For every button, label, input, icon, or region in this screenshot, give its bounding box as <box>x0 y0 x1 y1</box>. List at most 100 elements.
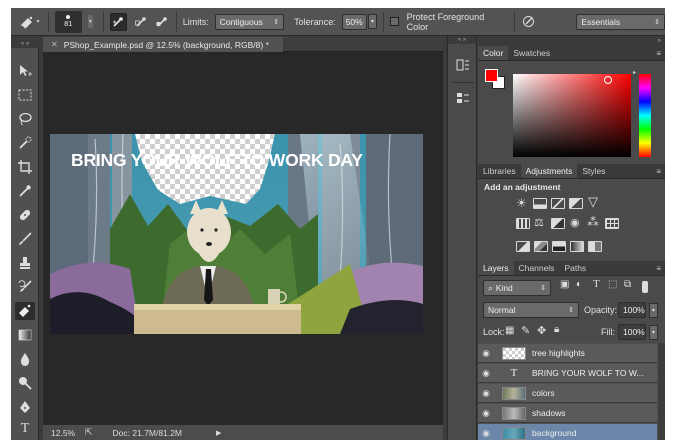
eyedropper-tool[interactable] <box>15 182 35 200</box>
tab-swatches[interactable]: Swatches <box>508 46 555 60</box>
gradient-map-icon[interactable] <box>570 241 584 252</box>
status-export-icon[interactable]: ⇱ <box>85 427 93 438</box>
tablet-pressure-icon <box>523 16 535 27</box>
protect-foreground-checkbox[interactable] <box>389 17 399 26</box>
clone-stamp-tool[interactable] <box>15 254 35 272</box>
filter-smart-object-icon[interactable]: ⧉ <box>624 279 631 290</box>
background-eraser-tool[interactable] <box>15 302 35 320</box>
layer-row[interactable]: ◉ T BRING YOUR WOLF TO W... <box>478 364 657 383</box>
black-white-icon[interactable] <box>551 218 565 229</box>
toolbar-collapse-icon[interactable]: « » <box>11 40 39 48</box>
panel-menu-icon[interactable]: ≡ <box>656 46 665 60</box>
properties-panel-button[interactable] <box>454 89 472 107</box>
lock-all-icon[interactable]: 🔒︎ <box>554 324 559 335</box>
visibility-eye-icon[interactable]: ◉ <box>478 408 494 419</box>
vibrance-icon[interactable]: ▽ <box>588 194 598 210</box>
layer-row[interactable]: ◉ background <box>478 424 657 440</box>
brush-picker-arrow[interactable]: ▾ <box>87 15 93 28</box>
pen-tool[interactable] <box>15 398 35 416</box>
opacity-slider-toggle[interactable]: ▾ <box>649 303 659 318</box>
color-balance-icon[interactable]: ⚖ <box>534 216 544 229</box>
brush-size-picker[interactable]: 81 <box>54 10 82 33</box>
crop-tool[interactable] <box>15 158 35 176</box>
invert-icon[interactable] <box>516 241 530 252</box>
threshold-icon[interactable] <box>552 241 566 252</box>
hue-saturation-icon[interactable] <box>516 218 530 229</box>
sampling-background-swatch-button[interactable] <box>154 13 169 31</box>
close-tab-icon[interactable]: ✕ <box>51 40 58 49</box>
lasso-tool[interactable] <box>15 110 35 128</box>
dodge-icon <box>19 377 32 390</box>
layers-panel-tabs: Layers Channels Paths ≡ <box>478 261 665 276</box>
foreground-swatch[interactable] <box>485 69 498 82</box>
filter-adjustment-icon[interactable]: ◐ <box>576 279 582 290</box>
filter-pixel-icon[interactable]: ▣ <box>560 279 569 290</box>
marquee-tool[interactable] <box>15 86 35 104</box>
tab-layers[interactable]: Layers <box>478 261 514 275</box>
tab-libraries[interactable]: Libraries <box>478 164 521 178</box>
history-panel-button[interactable] <box>454 56 472 74</box>
tool-preset-picker[interactable]: ▾ <box>17 13 42 31</box>
posterize-icon[interactable] <box>534 241 548 252</box>
color-lookup-icon[interactable] <box>605 218 619 229</box>
color-field[interactable] <box>513 74 631 157</box>
photo-filter-icon[interactable]: ◉ <box>570 216 580 229</box>
layer-filter-kind-value: Kind <box>495 283 513 293</box>
fill-slider-toggle[interactable]: ▾ <box>649 325 659 340</box>
tab-styles[interactable]: Styles <box>577 164 610 178</box>
document-tab[interactable]: ✕ PShop_Example.psd @ 12.5% (background,… <box>43 37 283 52</box>
levels-icon[interactable] <box>533 198 547 209</box>
healing-brush-tool[interactable] <box>15 206 35 224</box>
type-tool[interactable]: T <box>15 420 35 438</box>
sampling-continuous-button[interactable] <box>109 12 128 31</box>
layers-scrollbar[interactable] <box>658 343 665 440</box>
filter-toggle-switch[interactable] <box>642 281 648 293</box>
tab-paths[interactable]: Paths <box>559 261 591 275</box>
opacity-input[interactable]: 100% <box>618 302 646 318</box>
layer-filter-kind[interactable]: ⌕ Kind ⇕ <box>483 280 551 296</box>
strip-collapse-icon[interactable]: « » <box>448 36 476 44</box>
history-brush-tool[interactable] <box>15 278 35 296</box>
hue-slider[interactable] <box>639 74 651 157</box>
lock-position-icon[interactable]: ✥ <box>537 324 546 337</box>
lock-image-icon[interactable]: ✎ <box>521 324 530 337</box>
filter-type-icon[interactable]: T <box>593 278 600 290</box>
tolerance-input[interactable]: 50% <box>341 13 367 30</box>
pressure-size-button[interactable] <box>521 13 536 31</box>
gradient-tool[interactable] <box>15 326 35 344</box>
layer-row[interactable]: ◉ tree highlights <box>478 344 657 363</box>
layer-row[interactable]: ◉ shadows <box>478 404 657 423</box>
dodge-tool[interactable] <box>15 374 35 392</box>
filter-shape-icon[interactable]: ⬚ <box>608 279 617 290</box>
blend-mode-dropdown[interactable]: Normal ⇕ <box>483 302 579 318</box>
brush-tool[interactable] <box>15 230 35 248</box>
tab-color[interactable]: Color <box>478 46 509 60</box>
sampling-once-button[interactable] <box>133 13 148 31</box>
tab-channels[interactable]: Channels <box>514 261 560 275</box>
panel-menu-icon[interactable]: ≡ <box>656 261 665 275</box>
tab-adjustments[interactable]: Adjustments <box>520 164 578 178</box>
blur-tool[interactable] <box>15 350 35 368</box>
brightness-contrast-icon[interactable]: ☀ <box>516 196 527 210</box>
selective-color-icon[interactable] <box>588 241 602 252</box>
move-tool[interactable] <box>15 62 35 80</box>
curves-icon[interactable] <box>551 198 565 209</box>
document-canvas[interactable]: BRING YOUR WOLF TO WORK DAY <box>50 134 423 334</box>
visibility-eye-icon[interactable]: ◉ <box>478 388 494 399</box>
limits-dropdown[interactable]: Contiguous ⇕ <box>214 13 285 30</box>
channel-mixer-icon[interactable]: ⁂ <box>587 215 599 229</box>
layer-row[interactable]: ◉ colors <box>478 384 657 403</box>
panel-menu-icon[interactable]: ≡ <box>656 164 665 178</box>
workspace-switcher[interactable]: Essentials ⇕ <box>576 13 665 30</box>
rectangular-marquee-icon <box>18 89 32 101</box>
visibility-eye-icon[interactable]: ◉ <box>478 368 494 379</box>
lock-transparent-icon[interactable]: ▦ <box>505 325 514 336</box>
status-menu-arrow-icon[interactable]: ▶ <box>216 429 221 437</box>
tolerance-slider-toggle[interactable]: ▾ <box>367 14 377 29</box>
fill-input[interactable]: 100% <box>618 324 646 340</box>
visibility-eye-icon[interactable]: ◉ <box>478 348 494 359</box>
quick-selection-tool[interactable] <box>15 134 35 152</box>
exposure-icon[interactable] <box>569 198 583 209</box>
visibility-eye-icon[interactable]: ◉ <box>478 428 494 439</box>
zoom-level[interactable]: 12.5% <box>43 428 79 438</box>
